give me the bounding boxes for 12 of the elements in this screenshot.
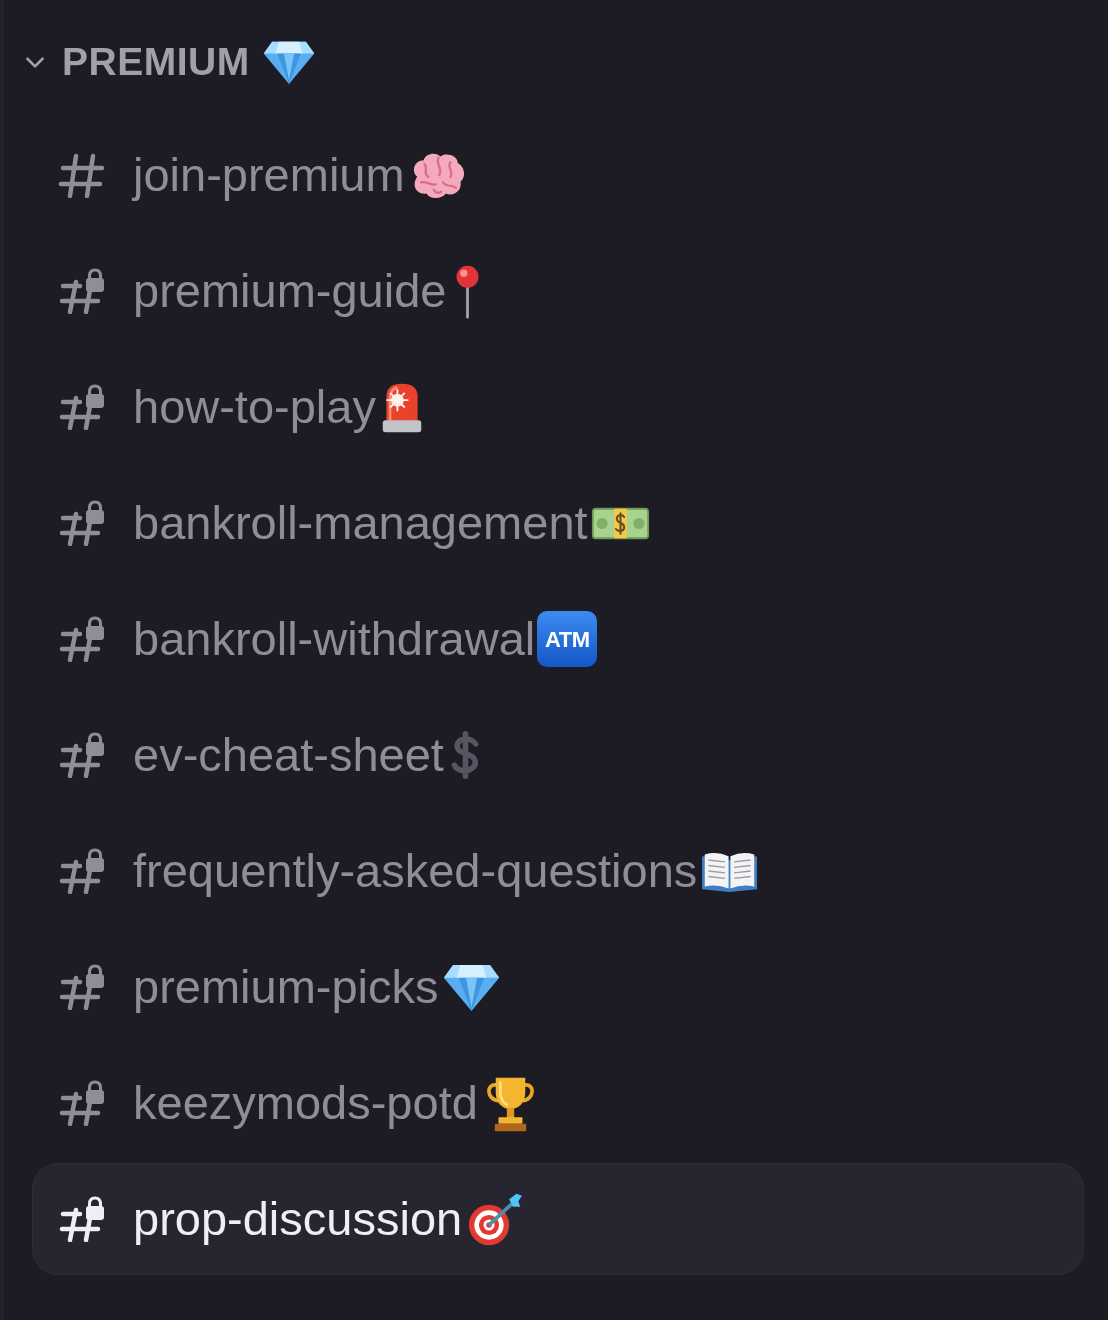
atm-sign: ATM — [537, 611, 598, 667]
channel-link[interactable]: premium-guide — [58, 251, 487, 331]
channel-link[interactable]: ev-cheat-sheet — [58, 715, 484, 795]
channel-link[interactable]: join-premium — [58, 135, 467, 215]
category-header[interactable]: PREMIUM — [22, 30, 316, 94]
channel-link[interactable]: bankroll-withdrawal ATM — [58, 599, 598, 679]
channel-link[interactable]: prop-discussion — [32, 1163, 1084, 1275]
channel-link[interactable]: how-to-play — [58, 367, 425, 447]
channel-link[interactable]: keezymods-potd — [58, 1063, 540, 1143]
channel-link[interactable]: frequently-asked-questions — [58, 831, 760, 911]
channel-link[interactable]: premium-picks — [58, 947, 501, 1027]
channel-link[interactable]: bankroll-management — [58, 483, 650, 563]
